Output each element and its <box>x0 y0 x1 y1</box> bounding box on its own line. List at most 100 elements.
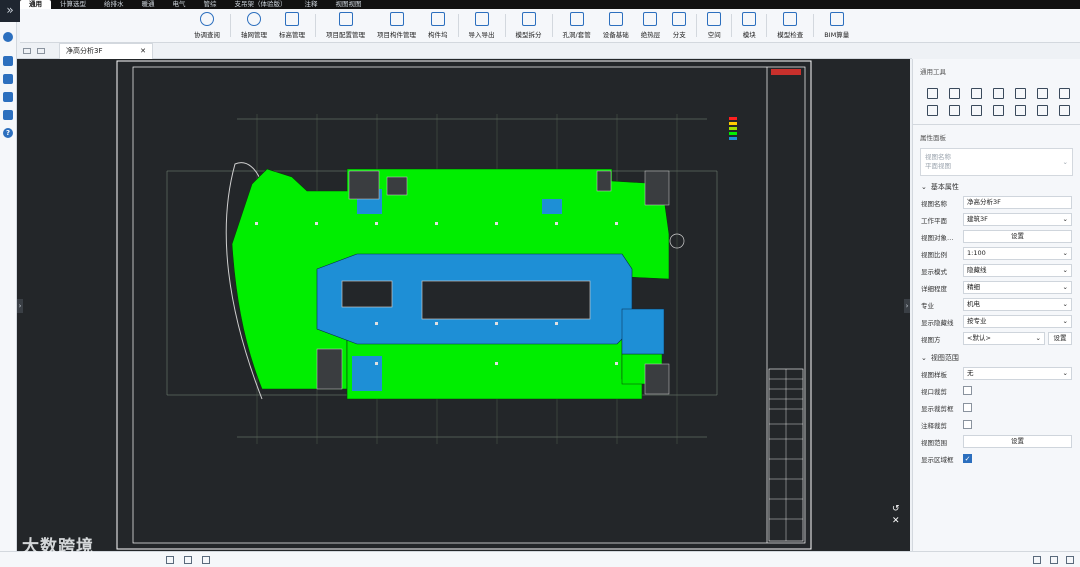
ribbon-button-label: 项目配置管理 <box>326 31 365 39</box>
tab-menu-8[interactable]: 视图视图 <box>327 0 371 9</box>
ribbon-button-label: 模块 <box>742 31 756 39</box>
ribbon-button-label: 协调查阅 <box>194 31 220 39</box>
copy-icon[interactable] <box>1037 88 1048 99</box>
prop-row: 显示裁剪框 <box>913 399 1080 416</box>
list-icon[interactable] <box>3 110 13 120</box>
tab-menu-6[interactable]: 支吊架（体验版） <box>226 0 296 9</box>
ruler-icon[interactable] <box>202 556 210 564</box>
tab-menu-2[interactable]: 给排水 <box>95 0 133 9</box>
basic-props-group[interactable]: ⌄ 基本属性 <box>913 176 1080 194</box>
window-view-icon[interactable] <box>37 47 45 54</box>
trim-icon[interactable] <box>927 105 938 116</box>
ribbon-button-9[interactable]: 设备基础 <box>597 9 635 42</box>
ribbon-button-6[interactable]: 导入导出 <box>463 9 501 42</box>
prop-select[interactable]: 按专业 ⌄ <box>963 315 1072 328</box>
menu-tab-strip: 通用 计算选型 给排水 暖通 电气 管综 支吊架（体验版） 注释 视图视图 <box>20 0 1080 9</box>
extend-icon[interactable] <box>949 105 960 116</box>
mirror-icon[interactable] <box>993 105 1004 116</box>
ribbon-button-label: 标高管理 <box>279 31 305 39</box>
help-icon[interactable]: ? <box>3 128 13 138</box>
prop-value: 按专业 <box>967 317 987 325</box>
link-icon[interactable] <box>3 74 13 84</box>
tab-menu-0[interactable]: 通用 <box>20 0 51 9</box>
close-icon[interactable]: ✕ <box>140 47 146 55</box>
tab-view-3f[interactable]: 净高分析3F ✕ <box>59 42 153 59</box>
prop-label: 注释裁剪 <box>921 421 947 430</box>
settings-icon[interactable] <box>1066 556 1074 564</box>
prop-checkbox[interactable] <box>963 403 972 412</box>
prop-value: 精细 <box>967 283 980 291</box>
import-export-icon <box>474 12 489 26</box>
link-icon[interactable] <box>1033 556 1041 564</box>
array-icon[interactable] <box>1059 88 1070 99</box>
tab-menu-4[interactable]: 电气 <box>164 0 195 9</box>
ribbon-button-5[interactable]: 构件坞 <box>422 9 454 42</box>
ribbon-button-11[interactable]: 分支 <box>666 9 692 42</box>
right-panel: 通用工具 属性面板 视图名称 平面视图 ⌄ ⌄ 基本属性 视图名称 净高分析3F 工… <box>912 59 1080 551</box>
prop-text-field[interactable]: 净高分析3F <box>963 196 1072 209</box>
ribbon-button-label: 导入导出 <box>468 31 495 39</box>
ribbon-button-2[interactable]: 标高管理 <box>273 9 311 42</box>
prop-checkbox[interactable] <box>963 386 972 395</box>
cube-icon[interactable] <box>3 56 13 66</box>
ribbon-button-3[interactable]: 项目配置管理 <box>320 9 371 42</box>
ribbon-button-4[interactable]: 项目构件管理 <box>371 9 422 42</box>
move-icon[interactable] <box>927 88 938 99</box>
rotate-icon[interactable] <box>971 88 982 99</box>
close-view-icon[interactable]: ✕ <box>892 515 900 527</box>
split-icon <box>521 12 536 26</box>
chevron-down-icon: ⌄ <box>1062 249 1068 257</box>
model-check-icon <box>783 12 798 26</box>
tab-menu-1[interactable]: 计算选型 <box>51 0 95 9</box>
prop-select[interactable]: 1:100 ⌄ <box>963 247 1072 260</box>
prop-select[interactable]: <默认> ⌄ <box>963 332 1045 345</box>
prop-label: 视图对象… <box>921 233 954 242</box>
align-icon[interactable] <box>949 88 960 99</box>
stair-icon[interactable] <box>971 105 982 116</box>
tab-menu-3[interactable]: 暖通 <box>133 0 164 9</box>
prop-checkbox[interactable]: ✓ <box>963 454 972 463</box>
prop-settings-button[interactable]: 设置 <box>963 435 1072 448</box>
pick-icon[interactable] <box>1059 105 1070 116</box>
axis-icon[interactable] <box>184 556 192 564</box>
headset-icon[interactable] <box>3 32 13 42</box>
ribbon-button-12[interactable]: 空间 <box>701 9 727 42</box>
ribbon-button-10[interactable]: 绝热层 <box>635 9 667 42</box>
ribbon-button-7[interactable]: 模型拆分 <box>510 9 548 42</box>
range-group[interactable]: ⌄ 视图范围 <box>913 347 1080 365</box>
measure-icon[interactable] <box>1037 105 1048 116</box>
tile-view-icon[interactable] <box>23 47 31 54</box>
prop-select[interactable]: 建筑3F ⌄ <box>963 213 1072 226</box>
prop-select[interactable]: 机电 ⌄ <box>963 298 1072 311</box>
prop-select[interactable]: 无 ⌄ <box>963 367 1072 380</box>
ribbon-button-14[interactable]: 模型检查 <box>771 9 809 42</box>
ribbon-button-13[interactable]: 模块 <box>736 9 762 42</box>
delete-icon[interactable] <box>1015 105 1026 116</box>
ribbon-button-15[interactable]: BIM算量 <box>818 9 855 42</box>
collapse-left-icon[interactable]: › <box>17 299 23 313</box>
expand-menu-icon[interactable]: » <box>0 0 20 22</box>
layer-icon[interactable] <box>166 556 174 564</box>
window-icon[interactable] <box>1050 556 1058 564</box>
prop-select[interactable]: 精细 ⌄ <box>963 281 1072 294</box>
watermark: 大数跨境 <box>22 537 94 557</box>
ribbon-button-1[interactable]: 轴网管理 <box>235 9 273 42</box>
prop-select[interactable]: 隐藏线 ⌄ <box>963 264 1072 277</box>
ribbon-button-label: 轴网管理 <box>241 31 267 39</box>
view-type-picker[interactable]: 视图名称 平面视图 ⌄ <box>920 148 1073 176</box>
collapse-right-icon[interactable]: › <box>904 299 910 313</box>
tab-menu-5[interactable]: 管综 <box>195 0 226 9</box>
prop-checkbox[interactable] <box>963 420 972 429</box>
prop-settings-button[interactable]: 设置 <box>963 230 1072 243</box>
ribbon-button-8[interactable]: 孔洞/套管 <box>557 9 597 42</box>
tab-menu-7[interactable]: 注释 <box>296 0 327 9</box>
document-icon[interactable] <box>3 92 13 102</box>
undo-view-icon[interactable]: ↺ <box>892 503 900 515</box>
split-element-icon[interactable] <box>1015 88 1026 99</box>
offset-icon[interactable] <box>993 88 1004 99</box>
axis-grid-icon <box>247 12 261 26</box>
ribbon-button-0[interactable]: 协调查阅 <box>188 9 226 42</box>
prop-row: 视图方 <默认> ⌄ 设置 <box>913 330 1080 347</box>
drawing-canvas[interactable]: › › ↺ ✕ <box>17 59 910 551</box>
prop-settings-button[interactable]: 设置 <box>1048 332 1072 345</box>
